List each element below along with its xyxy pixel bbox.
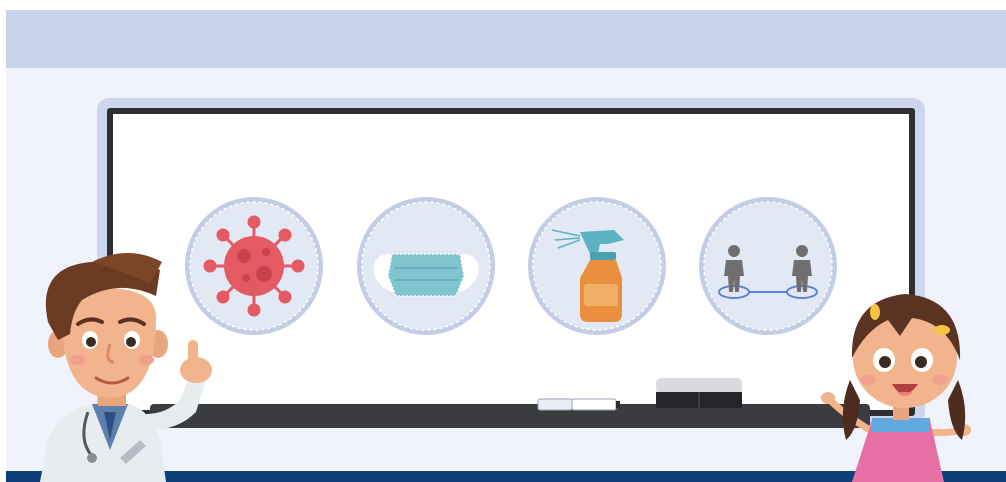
top-band	[6, 10, 1006, 68]
scene	[0, 0, 1006, 482]
virus-icon	[185, 197, 323, 335]
scene-canvas	[6, 10, 1006, 482]
disinfectant-spray-icon	[528, 197, 666, 335]
eraser	[656, 378, 742, 408]
face-mask-icon	[357, 197, 495, 335]
social-distancing-icon	[699, 197, 837, 335]
whiteboard-tray	[150, 404, 870, 428]
marker	[537, 398, 620, 411]
